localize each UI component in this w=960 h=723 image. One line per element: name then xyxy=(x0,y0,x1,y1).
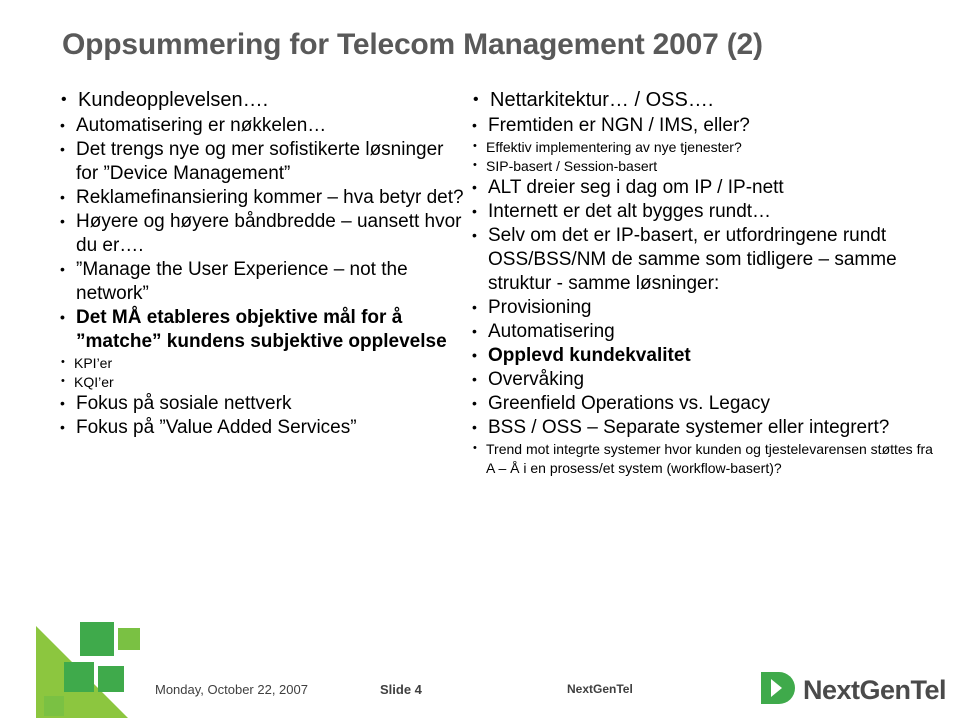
right-bullet-list-level2-b: ALT dreier seg i dag om IP / IP-nett Int… xyxy=(470,175,940,440)
left-bullet-list-level2-b: Fokus på sosiale nettverk Fokus på ”Valu… xyxy=(58,391,468,440)
list-item: Høyere og høyere båndbredde – uansett hv… xyxy=(58,209,468,258)
list-item: Automatisering er nøkkelen… xyxy=(58,113,468,138)
list-item: Fokus på sosiale nettverk xyxy=(58,391,468,416)
list-item: Det trengs nye og mer sofistikerte løsni… xyxy=(58,137,468,186)
list-item: KPI’er xyxy=(58,353,468,373)
list-item: Greenfield Operations vs. Legacy xyxy=(470,391,940,416)
right-bullet-list-level1: Nettarkitektur… / OSS…. xyxy=(470,87,940,113)
list-item: Effektiv implementering av nye tjenester… xyxy=(470,137,940,157)
list-item: ALT dreier seg i dag om IP / IP-nett xyxy=(470,175,940,200)
nextgentel-logo: NextGenTel xyxy=(757,668,947,713)
list-item: ”Manage the User Experience – not the ne… xyxy=(58,257,468,306)
list-item: Trend mot integrte systemer hvor kunden … xyxy=(470,439,940,478)
logo-mark-icon xyxy=(757,668,797,713)
footer-date: Monday, October 22, 2007 xyxy=(155,682,308,697)
left-bullet-list-level3: KPI’er KQI’er xyxy=(58,353,468,392)
list-item: Provisioning xyxy=(470,295,940,320)
list-item: Overvåking xyxy=(470,367,940,392)
list-item: Reklamefinansiering kommer – hva betyr d… xyxy=(58,185,468,210)
list-item: BSS / OSS – Separate systemer eller inte… xyxy=(470,415,940,440)
right-column: Nettarkitektur… / OSS…. Fremtiden er NGN… xyxy=(470,87,940,478)
list-item: Fokus på ”Value Added Services” xyxy=(58,415,468,440)
list-item: Automatisering xyxy=(470,319,940,344)
list-item: Fremtiden er NGN / IMS, eller? xyxy=(470,113,940,138)
list-item: SIP-basert / Session-basert xyxy=(470,156,940,176)
list-item: Internett er det alt bygges rundt… xyxy=(470,199,940,224)
left-bullet-list-level1: Kundeopplevelsen…. xyxy=(58,87,468,113)
list-item: Opplevd kundekvalitet xyxy=(470,343,940,368)
right-bullet-list-level3-b: Trend mot integrte systemer hvor kunden … xyxy=(470,439,940,478)
list-item: Selv om det er IP-basert, er utfordringe… xyxy=(470,223,940,296)
footer-slide-number: Slide 4 xyxy=(380,682,422,697)
list-item: KQI’er xyxy=(58,372,468,392)
left-bullet-list-level2-a: Automatisering er nøkkelen… Det trengs n… xyxy=(58,113,468,354)
list-item: Det MÅ etableres objektive mål for å ”ma… xyxy=(58,305,468,354)
list-item: Nettarkitektur… / OSS…. xyxy=(470,87,940,113)
footer-company: NextGenTel xyxy=(567,682,633,696)
right-bullet-list-level3-a: Effektiv implementering av nye tjenester… xyxy=(470,137,940,176)
logo-text: NextGenTel xyxy=(802,675,947,705)
right-bullet-list-level2-a: Fremtiden er NGN / IMS, eller? xyxy=(470,113,940,138)
left-column: Kundeopplevelsen…. Automatisering er nøk… xyxy=(58,87,468,440)
list-item: Kundeopplevelsen…. xyxy=(58,87,468,113)
page-title: Oppsummering for Telecom Management 2007… xyxy=(62,28,763,61)
